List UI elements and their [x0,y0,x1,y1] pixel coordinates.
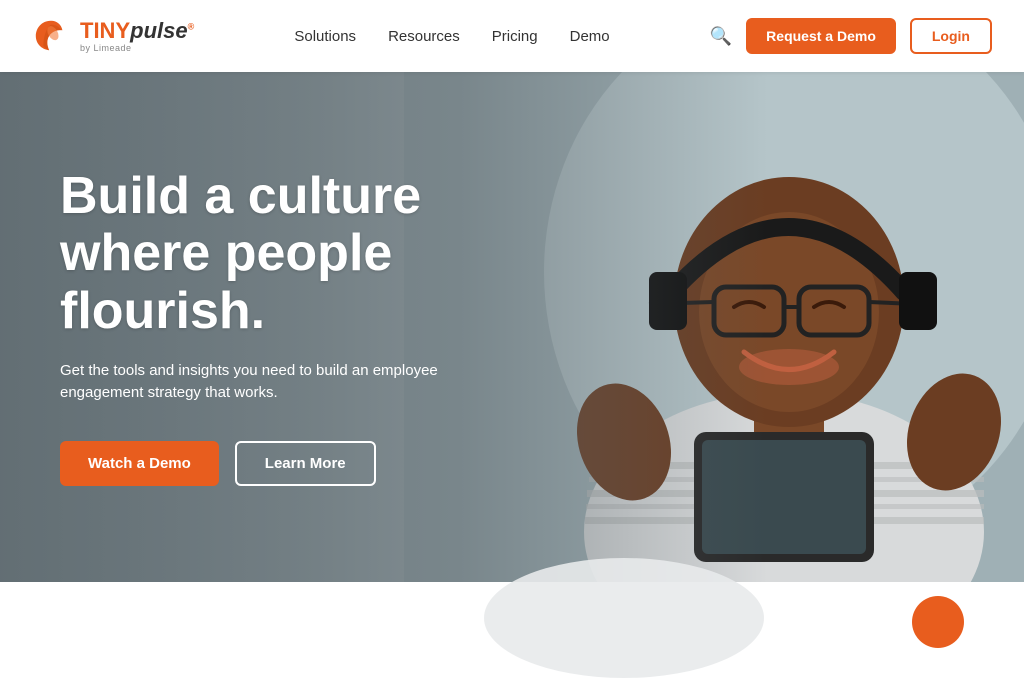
logo-text: TINYpulse® by Limeade [80,20,194,53]
hero-subtext: Get the tools and insights you need to b… [60,360,503,405]
hero-content: Build a culture where people flourish. G… [0,72,563,582]
hero-section: Build a culture where people flourish. G… [0,72,1024,582]
below-hero [0,582,1024,658]
hero-buttons: Watch a Demo Learn More [60,441,503,486]
nav-solutions[interactable]: Solutions [294,28,356,45]
login-button[interactable]: Login [910,18,992,54]
navbar: TINYpulse® by Limeade Solutions Resource… [0,0,1024,72]
logo[interactable]: TINYpulse® by Limeade [32,17,194,55]
nav-resources[interactable]: Resources [388,28,460,45]
brand-tagline: by Limeade [80,44,194,53]
learn-more-button[interactable]: Learn More [235,441,376,486]
nav-demo[interactable]: Demo [570,28,610,45]
deco-orange-circle [912,596,964,648]
request-demo-button[interactable]: Request a Demo [746,18,896,54]
brand-tiny: TINY [80,18,130,43]
brand-pulse: pulse [130,18,187,43]
logo-icon [32,17,70,55]
search-icon[interactable]: 🔍 [710,26,732,47]
watch-demo-button[interactable]: Watch a Demo [60,441,219,486]
nav-links: Solutions Resources Pricing Demo [294,28,609,45]
nav-pricing[interactable]: Pricing [492,28,538,45]
deco-circle [484,558,764,678]
hero-headline: Build a culture where people flourish. [60,168,503,340]
nav-actions: 🔍 Request a Demo Login [710,18,992,54]
